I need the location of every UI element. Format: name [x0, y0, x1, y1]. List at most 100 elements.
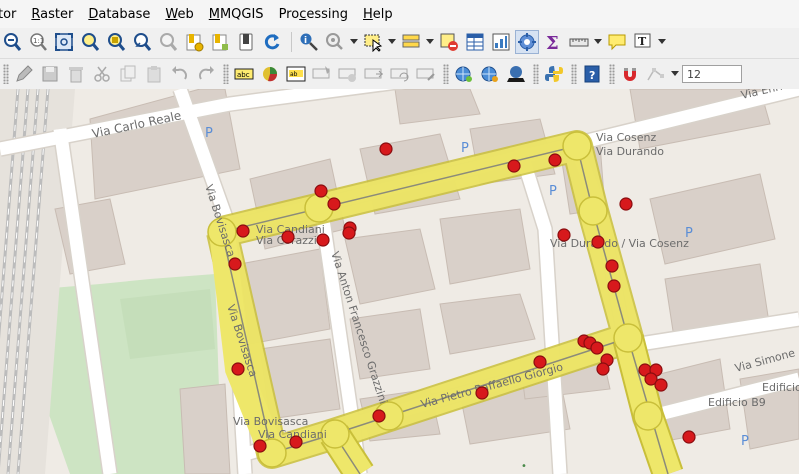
buffer-vertex	[578, 196, 608, 226]
select-by-expression-button[interactable]	[399, 30, 423, 54]
street-label: Via Durando	[596, 145, 664, 158]
toolbox-button[interactable]	[515, 30, 539, 54]
dropdown-arrow-icon[interactable]	[425, 30, 434, 54]
openlayers-button[interactable]	[504, 62, 528, 86]
wms-layer-button[interactable]	[452, 62, 476, 86]
rotate-label-icon	[390, 68, 409, 82]
point-feature	[591, 235, 605, 249]
toolbar-grip[interactable]	[443, 64, 449, 84]
parking-label: P	[741, 434, 749, 449]
help-button[interactable]: ?	[580, 62, 604, 86]
select-by-expression-icon	[402, 34, 420, 48]
menu-processing[interactable]: Processing	[279, 7, 348, 22]
zoom-to-layer-icon	[108, 33, 126, 51]
copy-features-button[interactable]	[116, 62, 140, 86]
change-label-button[interactable]	[414, 62, 438, 86]
dropdown-arrow-icon[interactable]	[657, 30, 666, 54]
svg-text:T: T	[638, 35, 647, 48]
diagram-icon	[263, 67, 278, 82]
zoom-to-selection-icon	[82, 33, 100, 51]
menu-raster[interactable]: Raster	[31, 7, 73, 22]
zoom-native-button[interactable]: 1:1	[26, 30, 50, 54]
street-label: Via Cosenz	[596, 131, 656, 144]
point-feature	[236, 224, 250, 238]
point-feature	[682, 430, 696, 444]
point-feature	[607, 279, 621, 293]
python-console-button[interactable]	[542, 62, 566, 86]
measure-button[interactable]	[567, 30, 591, 54]
zoom-full-button[interactable]	[52, 30, 76, 54]
map-canvas[interactable]: Via Carlo Reale Via Bovisasca Via Enrico Vi…	[0, 89, 799, 474]
refresh-button[interactable]	[260, 30, 284, 54]
menu-web[interactable]: Web	[165, 7, 193, 22]
menu-tor[interactable]: tor	[0, 7, 16, 22]
toolbar-grip[interactable]	[571, 64, 577, 84]
select-features-button[interactable]	[361, 30, 385, 54]
identify-button[interactable]: i	[297, 30, 321, 54]
label-icon: abc	[234, 68, 254, 80]
toggle-edit-button[interactable]	[12, 62, 36, 86]
new-bookmark-button[interactable]	[182, 30, 206, 54]
measure-icon	[569, 38, 589, 47]
pin-label-icon	[312, 66, 330, 79]
wms-layer-icon	[455, 66, 472, 82]
zoom-to-selection-button[interactable]	[78, 30, 102, 54]
menu-help[interactable]: Help	[363, 7, 393, 22]
spatial-bookmark-button[interactable]	[234, 30, 258, 54]
toolbar-grip[interactable]	[533, 64, 539, 84]
point-feature	[228, 257, 242, 271]
building-block	[179, 383, 231, 474]
sum-button[interactable]: Σ	[541, 30, 565, 54]
undo-icon	[172, 66, 188, 80]
toggle-edit-icon	[16, 65, 33, 82]
rotate-label-button[interactable]	[388, 62, 412, 86]
deselect-button[interactable]	[437, 30, 461, 54]
toolbar-grip[interactable]	[3, 64, 9, 84]
street-label: Edificio B9	[708, 396, 766, 409]
statistics-icon	[492, 33, 510, 51]
delete-selected-button[interactable]	[64, 62, 88, 86]
font-size-input[interactable]: 12	[682, 65, 742, 83]
zoom-to-layer-button[interactable]	[104, 30, 128, 54]
wfs-layer-button[interactable]	[478, 62, 502, 86]
dropdown-arrow-icon[interactable]	[593, 30, 602, 54]
show-bookmarks-button[interactable]	[208, 30, 232, 54]
diagram-button[interactable]	[258, 62, 282, 86]
paste-features-button[interactable]	[142, 62, 166, 86]
text-annotation-button[interactable]: T	[631, 30, 655, 54]
label-button[interactable]: abc	[232, 62, 256, 86]
snapping-button[interactable]	[618, 62, 642, 86]
redo-button[interactable]	[194, 62, 218, 86]
map-navigation-toolbar: 1:1 i Σ T	[0, 28, 799, 56]
zoom-last-button[interactable]	[130, 30, 154, 54]
delete-selected-icon	[69, 67, 83, 83]
svg-text:i: i	[304, 36, 307, 46]
attribute-table-button[interactable]	[463, 30, 487, 54]
dropdown-arrow-icon[interactable]	[349, 30, 358, 54]
map-tips-button[interactable]	[605, 30, 629, 54]
move-label-button[interactable]	[362, 62, 386, 86]
run-action-button[interactable]	[323, 30, 347, 54]
svg-text:abc: abc	[237, 71, 250, 79]
pin-label-button[interactable]	[310, 62, 334, 86]
zoom-out-icon	[4, 33, 22, 51]
menu-database[interactable]: Database	[88, 7, 150, 22]
save-edits-button[interactable]	[38, 62, 62, 86]
toolbar-grip[interactable]	[609, 64, 615, 84]
statistics-button[interactable]	[489, 30, 513, 54]
map-svg[interactable]: Via Carlo RealeVia BovisascaVia EnricoVi…	[0, 89, 799, 474]
zoom-next-button[interactable]	[156, 30, 180, 54]
point-feature	[327, 197, 341, 211]
toolbar-grip[interactable]	[223, 64, 229, 84]
zoom-out-button[interactable]	[0, 30, 24, 54]
vertex-tool-button[interactable]	[644, 62, 668, 86]
undo-button[interactable]	[168, 62, 192, 86]
label-highlight-button[interactable]: ab	[284, 62, 308, 86]
cut-features-button[interactable]	[90, 62, 114, 86]
zoom-full-icon	[55, 33, 73, 51]
dropdown-arrow-icon[interactable]	[387, 30, 396, 54]
menu-mmqgis[interactable]: MMQGIS	[209, 7, 264, 22]
point-feature	[475, 386, 489, 400]
dropdown-arrow-icon[interactable]	[670, 62, 679, 86]
show-hide-label-button[interactable]	[336, 62, 360, 86]
